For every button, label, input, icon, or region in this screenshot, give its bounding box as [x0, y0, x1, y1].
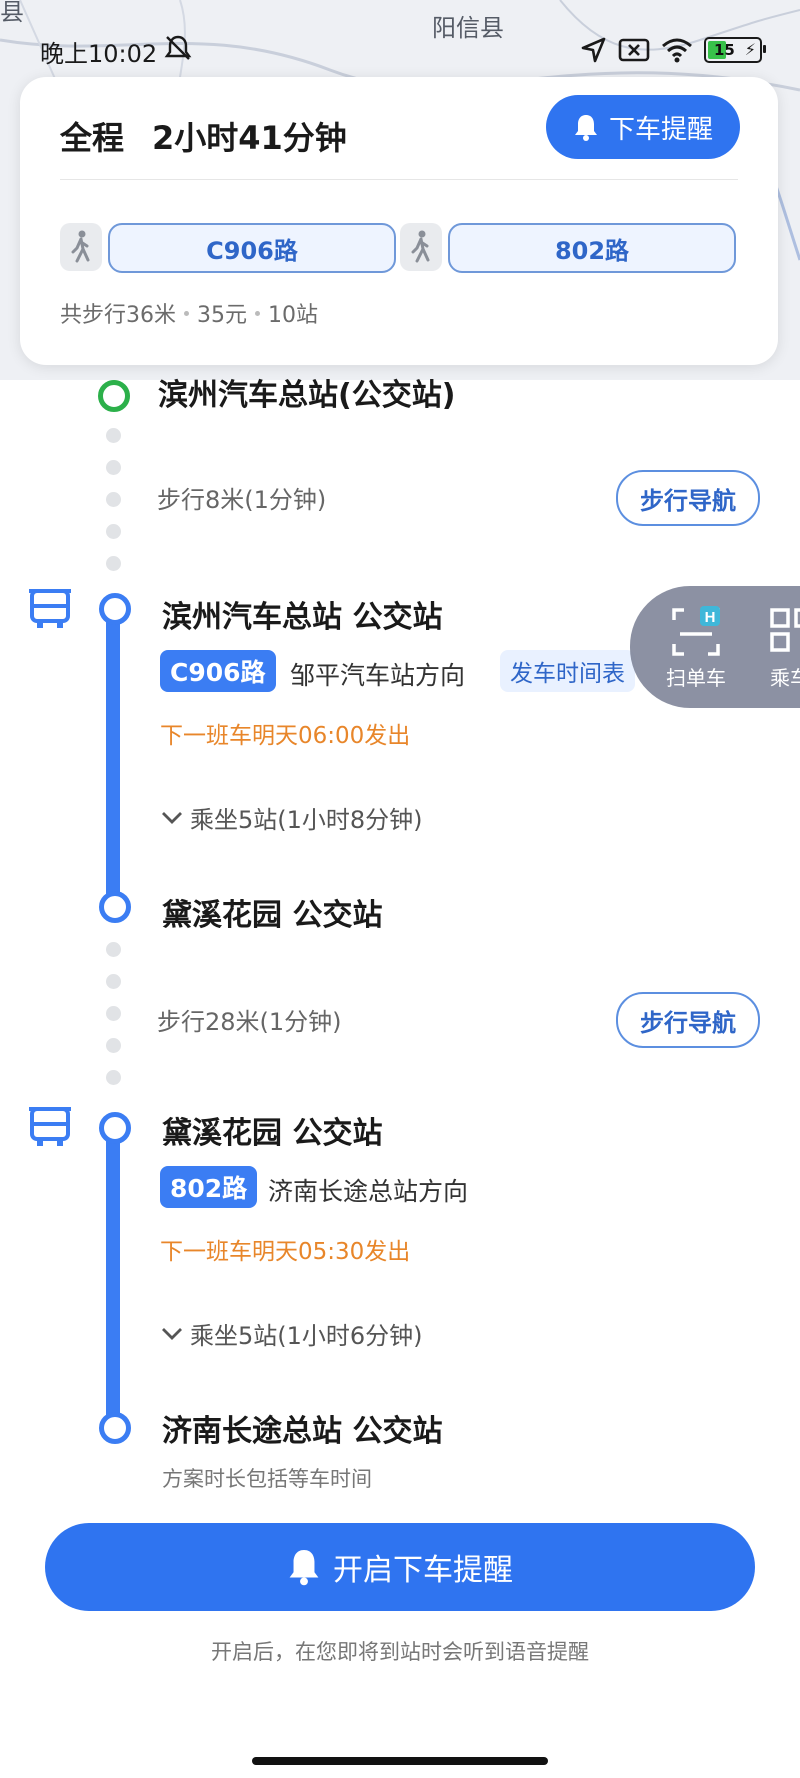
divider — [60, 179, 738, 180]
bus-2-route-badge[interactable]: 802路 — [160, 1166, 258, 1208]
bus-1-route-badge[interactable]: C906路 — [160, 650, 276, 692]
origin-marker — [98, 380, 130, 412]
total-label: 全程 — [60, 119, 125, 157]
separator-dot — [255, 310, 260, 316]
bus-2-alight-node — [99, 1412, 131, 1444]
walk-total: 共步行36米 — [60, 303, 176, 328]
stop-count: 10站 — [268, 303, 318, 328]
origin-stop-name: 滨州汽车总站(公交站) — [158, 378, 456, 413]
chevron-down-icon — [162, 1327, 182, 1340]
bus-1-ride-expand[interactable]: 乘坐5站(1小时8分钟) — [160, 800, 423, 835]
bus-1-board-node — [99, 593, 131, 625]
bell-icon — [574, 115, 597, 141]
total-duration: 2小时41分钟 — [152, 119, 347, 157]
walk-dot — [106, 1070, 121, 1085]
walk-dot — [106, 1006, 121, 1021]
battery-level: 15 — [714, 41, 735, 59]
walk-dot — [106, 428, 121, 443]
route-chip-c906[interactable]: C906路 — [108, 223, 396, 273]
bus-2-timeline — [106, 1120, 120, 1428]
qr-code-icon — [770, 608, 800, 652]
route-chip-802[interactable]: 802路 — [448, 223, 736, 273]
ride-code-label: 乘车 — [770, 666, 800, 690]
bell-icon — [289, 1550, 319, 1586]
scan-bike-button[interactable]: H 扫单车 — [666, 606, 726, 691]
bus-1-board-stop: 滨州汽车总站 公交站 — [162, 600, 443, 635]
plan-duration-note: 方案时长包括等车时间 — [162, 1467, 372, 1491]
bus-2-board-stop: 黛溪花园 公交站 — [162, 1116, 383, 1151]
status-bar: 晚上10:02 15 ⚡ — [0, 28, 800, 72]
home-indicator[interactable] — [252, 1757, 548, 1765]
walk-navigation-button-1[interactable]: 步行导航 — [616, 470, 760, 526]
bus-2-board-node — [99, 1112, 131, 1144]
bus-2-direction: 济南长途总站方向 — [268, 1177, 469, 1206]
walking-person-icon — [71, 230, 90, 263]
bus-2-next-departure: 下一班车明天05:30发出 — [160, 1239, 411, 1265]
walk-dot — [106, 492, 121, 507]
walk-dot — [106, 942, 121, 957]
bus-1-direction: 邹平汽车站方向 — [290, 661, 466, 690]
walk-segment-1-text: 步行8米(1分钟) — [157, 486, 327, 514]
route-meta: 共步行36米 35元 10站 — [60, 297, 318, 329]
bus-2-ride-info: 乘坐5站(1小时6分钟) — [190, 1322, 423, 1350]
walk-step-chip — [60, 223, 102, 271]
no-sim-icon — [618, 38, 650, 62]
charging-icon: ⚡ — [744, 40, 756, 59]
route-summary-card: 全程 2小时41分钟 下车提醒 C906路 802路 共步行36米 35元 10… — [20, 77, 778, 365]
status-icons: 15 ⚡ — [580, 36, 766, 64]
bus-icon — [29, 589, 71, 628]
mute-bell-icon — [164, 35, 192, 60]
status-time: 晚上10:02 — [40, 40, 158, 68]
walk-segment-2-text: 步行28米(1分钟) — [157, 1008, 342, 1036]
scan-bike-label: 扫单车 — [666, 666, 726, 690]
bus-2-alight-stop: 济南长途总站 公交站 — [162, 1414, 443, 1449]
reminder-hint: 开启后，在您即将到站时会听到语音提醒 — [211, 1640, 589, 1664]
walk-dot — [106, 524, 121, 539]
separator-dot — [184, 310, 189, 316]
location-arrow-icon — [581, 37, 606, 63]
walk-dot — [106, 460, 121, 475]
wifi-icon — [662, 38, 692, 63]
bus-1-next-departure: 下一班车明天06:00发出 — [160, 723, 411, 749]
timetable-button[interactable]: 发车时间表 — [500, 650, 635, 692]
bus-1-alight-node — [99, 891, 131, 923]
floating-quick-panel: H 扫单车 乘车 — [630, 586, 800, 708]
ride-code-button[interactable]: 乘车 — [768, 606, 800, 691]
alight-reminder-label: 下车提醒 — [608, 114, 713, 145]
scan-icon: H — [672, 606, 720, 656]
walk-dot — [106, 556, 121, 571]
map-place-label: 县 — [0, 0, 24, 26]
bus-1-timeline — [106, 600, 120, 908]
walk-dot — [106, 1038, 121, 1053]
bus-icon — [29, 1107, 71, 1146]
fare: 35元 — [197, 303, 247, 328]
alight-reminder-button[interactable]: 下车提醒 — [546, 95, 740, 159]
battery-indicator: 15 ⚡ — [704, 37, 766, 63]
walk-navigation-button-2[interactable]: 步行导航 — [616, 992, 760, 1048]
enable-alight-reminder-label: 开启下车提醒 — [333, 1553, 513, 1588]
svg-text:H: H — [705, 609, 716, 626]
bus-1-ride-info: 乘坐5站(1小时8分钟) — [190, 806, 423, 834]
bus-2-ride-expand[interactable]: 乘坐5站(1小时6分钟) — [160, 1316, 423, 1351]
chevron-down-icon — [162, 811, 182, 824]
bus-1-alight-stop: 黛溪花园 公交站 — [162, 898, 383, 933]
enable-alight-reminder-button[interactable]: 开启下车提醒 — [45, 1523, 755, 1611]
walk-step-chip — [400, 223, 442, 271]
walking-person-icon — [411, 230, 430, 263]
walk-dot — [106, 974, 121, 989]
